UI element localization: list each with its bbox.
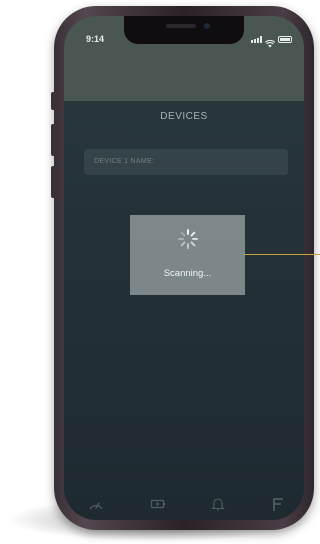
side-button-mute — [51, 92, 55, 110]
phone-screen: 9:14 DEVICES DEVICE 1 NAME: Scanning... — [64, 16, 304, 520]
side-button-volume-up — [51, 124, 55, 156]
device-name-field[interactable]: DEVICE 1 NAME: — [84, 149, 288, 175]
mockup-stage: 9:14 DEVICES DEVICE 1 NAME: Scanning... — [0, 0, 320, 544]
speaker-grille — [166, 24, 196, 28]
signal-icon — [251, 36, 262, 43]
flag-icon[interactable] — [270, 496, 286, 512]
front-camera — [204, 23, 210, 29]
page-title: DEVICES — [160, 111, 208, 122]
gauge-icon[interactable] — [88, 496, 104, 512]
scanning-dialog: Scanning... — [130, 215, 245, 295]
tab-bar — [64, 492, 304, 520]
bell-icon[interactable] — [210, 496, 226, 512]
status-bar: 9:14 — [64, 16, 304, 101]
wifi-icon — [264, 35, 276, 48]
spinner-icon — [178, 229, 198, 249]
side-button-volume-down — [51, 166, 55, 198]
battery-status-icon — [278, 36, 292, 43]
scanning-label: Scanning... — [163, 268, 212, 279]
notch — [124, 16, 244, 44]
device-name-placeholder: DEVICE 1 NAME: — [94, 158, 155, 165]
status-icons — [251, 35, 292, 48]
battery-icon[interactable] — [150, 496, 166, 512]
status-time: 9:14 — [86, 34, 105, 44]
callout-line — [244, 254, 320, 255]
